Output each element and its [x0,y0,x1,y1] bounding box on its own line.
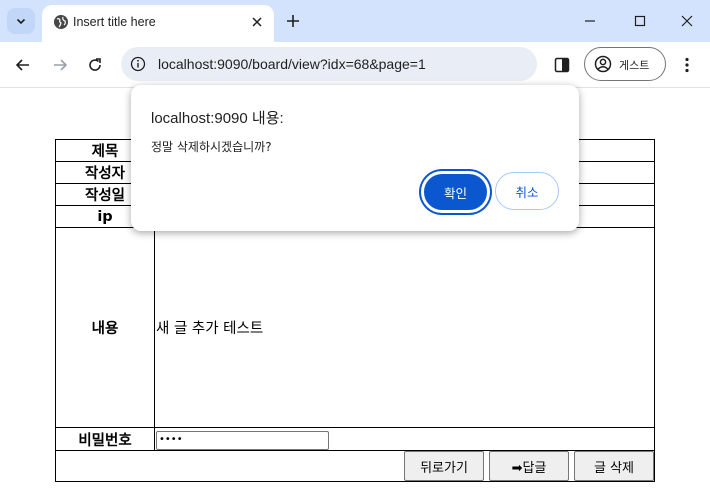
tab-search-button[interactable] [7,8,35,34]
forward-arrow-icon[interactable] [50,55,70,75]
globe-icon [54,15,68,29]
reply-button[interactable]: ➡답글 [489,451,569,481]
password-input[interactable]: •••• [156,431,329,450]
browser-tab[interactable]: Insert title here [42,5,274,42]
maximize-icon[interactable] [630,11,650,31]
reload-icon[interactable] [85,55,105,75]
browser-toolbar: localhost:9090/board/view?idx=68&page=1 … [0,42,710,88]
tab-title: Insert title here [73,15,156,29]
more-menu-icon[interactable] [677,55,697,75]
close-icon[interactable] [249,14,265,30]
browser-titlebar: Insert title here [0,0,710,42]
content-value: 새 글 추가 테스트 [156,321,264,337]
confirm-ok-button[interactable]: 확인 [421,171,490,213]
back-arrow-icon[interactable] [13,55,33,75]
window-close-icon[interactable] [677,11,697,31]
account-icon [594,55,612,73]
profile-label: 게스트 [619,59,650,72]
confirm-cancel-button[interactable]: 취소 [495,172,559,210]
new-tab-icon[interactable] [283,11,303,31]
table-row: 내용 새 글 추가 테스트 [56,228,654,428]
back-button[interactable]: 뒤로가기 [404,451,484,481]
minimize-icon[interactable] [580,11,600,31]
delete-button[interactable]: 글 삭제 [574,451,654,481]
url-text: localhost:9090/board/view?idx=68&page=1 [158,56,426,72]
table-row: 비밀번호 •••• [56,428,654,451]
chevron-down-icon [16,18,26,25]
confirm-dialog: localhost:9090 내용: 정말 삭제하시겠습니까? 확인 취소 [131,85,579,231]
profile-button[interactable]: 게스트 [584,47,666,81]
dialog-title: localhost:9090 내용: [151,110,284,127]
info-icon[interactable] [130,56,146,72]
address-bar[interactable]: localhost:9090/board/view?idx=68&page=1 [121,47,537,81]
side-panel-icon[interactable] [552,55,572,75]
password-label: 비밀번호 [56,428,155,450]
content-label: 내용 [56,228,155,427]
dialog-message: 정말 삭제하시겠습니까? [151,140,272,154]
